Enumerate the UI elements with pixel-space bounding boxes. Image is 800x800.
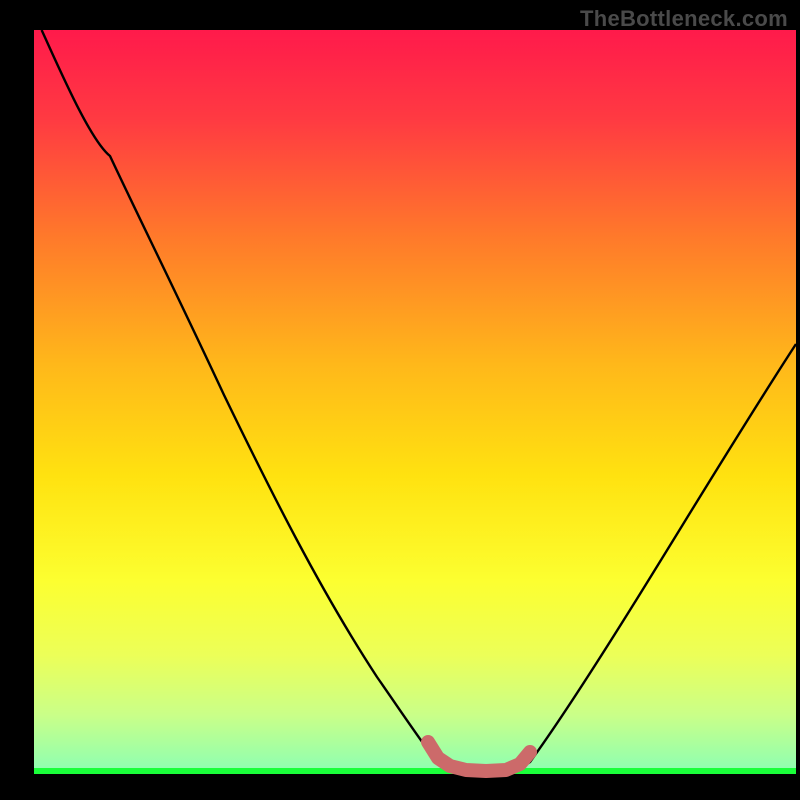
watermark-label: TheBottleneck.com	[580, 6, 788, 32]
bottom-green-stripe	[34, 768, 796, 774]
chart-stage: TheBottleneck.com	[0, 0, 800, 800]
bottleneck-chart	[0, 0, 800, 800]
plot-background	[34, 30, 796, 774]
